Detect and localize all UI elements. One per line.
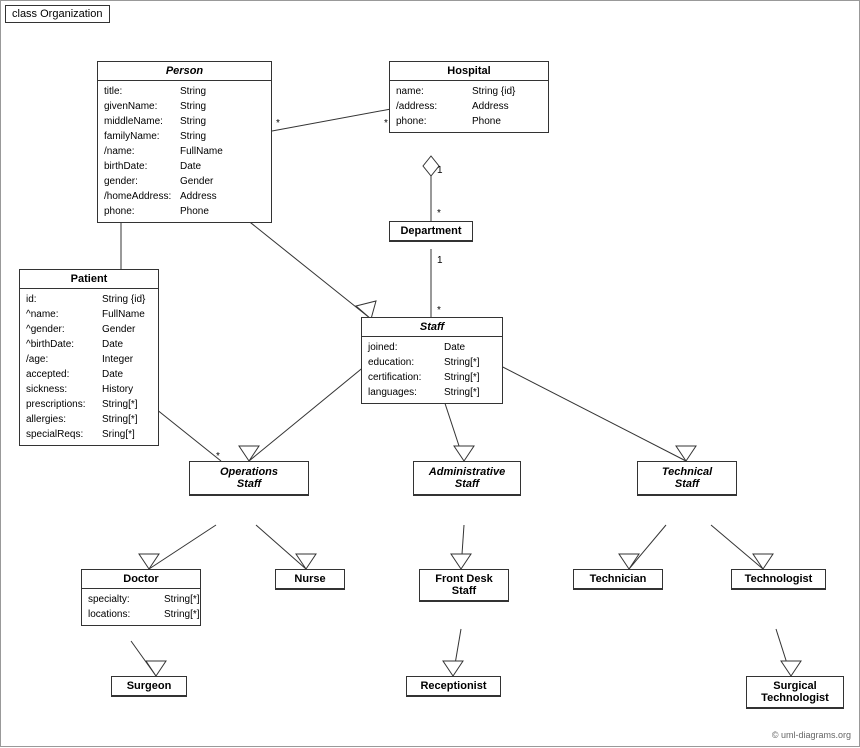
svg-text:*: * [437, 208, 441, 219]
front-desk-staff-class: Front Desk Staff [419, 569, 509, 602]
administrative-staff-class: Administrative Staff [413, 461, 521, 496]
receptionist-class: Receptionist [406, 676, 501, 697]
doctor-class: Doctor specialty:String[*] locations:Str… [81, 569, 201, 626]
surgical-technologist-class: Surgical Technologist [746, 676, 844, 709]
administrative-staff-header: Administrative Staff [414, 462, 520, 495]
surgical-technologist-header: Surgical Technologist [747, 677, 843, 708]
nurse-header: Nurse [276, 570, 344, 589]
technical-staff-header: Technical Staff [638, 462, 736, 495]
surgeon-class: Surgeon [111, 676, 187, 697]
technical-staff-class: Technical Staff [637, 461, 737, 496]
operations-staff-header: Operations Staff [190, 462, 308, 495]
staff-body: joined:Date education:String[*] certific… [362, 337, 502, 403]
doctor-body: specialty:String[*] locations:String[*] [82, 589, 200, 625]
surgeon-header: Surgeon [112, 677, 186, 696]
staff-class: Staff joined:Date education:String[*] ce… [361, 317, 503, 404]
operations-staff-class: Operations Staff [189, 461, 309, 496]
receptionist-header: Receptionist [407, 677, 500, 696]
svg-text:1: 1 [437, 165, 443, 176]
staff-header: Staff [362, 318, 502, 337]
technician-header: Technician [574, 570, 662, 589]
patient-header: Patient [20, 270, 158, 289]
copyright-text: © uml-diagrams.org [772, 730, 851, 740]
department-class: Department [389, 221, 473, 242]
svg-text:*: * [437, 305, 441, 316]
svg-text:*: * [384, 118, 388, 129]
front-desk-staff-header: Front Desk Staff [420, 570, 508, 601]
diagram-title: class Organization [5, 5, 110, 23]
department-header: Department [390, 222, 472, 241]
person-header: Person [98, 62, 271, 81]
hospital-class: Hospital name:String {id} /address:Addre… [389, 61, 549, 133]
patient-class: Patient id:String {id} ^name:FullName ^g… [19, 269, 159, 446]
person-class: Person title:String givenName:String mid… [97, 61, 272, 223]
hospital-header: Hospital [390, 62, 548, 81]
person-body: title:String givenName:String middleName… [98, 81, 271, 222]
nurse-class: Nurse [275, 569, 345, 590]
svg-text:1: 1 [437, 255, 443, 266]
technician-class: Technician [573, 569, 663, 590]
svg-text:*: * [276, 118, 280, 129]
doctor-header: Doctor [82, 570, 200, 589]
patient-body: id:String {id} ^name:FullName ^gender:Ge… [20, 289, 158, 445]
technologist-header: Technologist [732, 570, 825, 589]
diagram-container: class Organization * * 1 * 1 * * * [0, 0, 860, 747]
hospital-body: name:String {id} /address:Address phone:… [390, 81, 548, 132]
technologist-class: Technologist [731, 569, 826, 590]
